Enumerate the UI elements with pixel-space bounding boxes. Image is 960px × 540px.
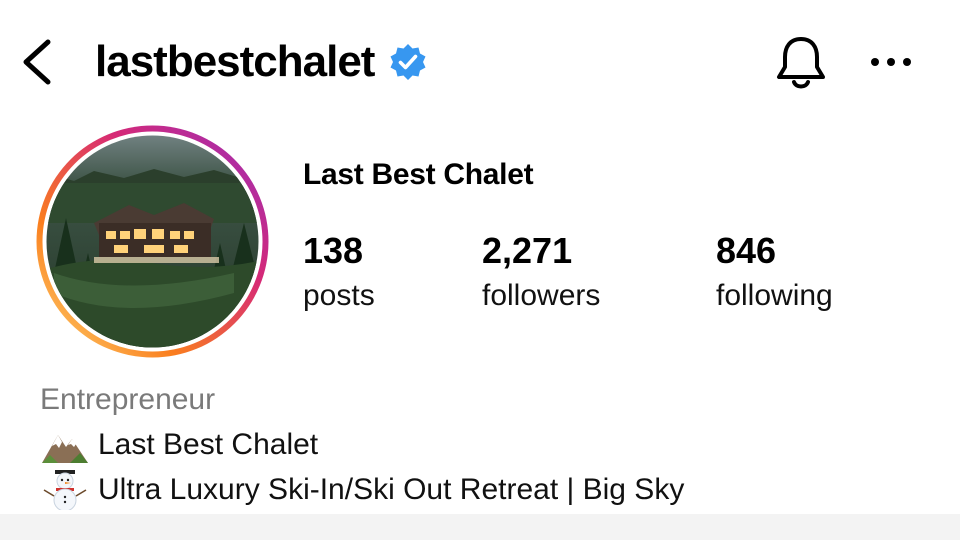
chalet-photo-avatar (36, 125, 269, 358)
followers-label: followers (482, 279, 601, 312)
following-label: following (716, 279, 833, 312)
bio-line: Last Best Chalet (40, 425, 318, 465)
profile-display-name: Last Best Chalet (303, 158, 534, 191)
back-button[interactable] (14, 34, 62, 90)
notifications-button[interactable] (770, 33, 832, 93)
stat-posts[interactable]: 138 posts (303, 228, 375, 318)
bio-line: Ultra Luxury Ski-In/Ski Out Retreat | Bi… (40, 470, 684, 510)
posts-count: 138 (303, 230, 364, 271)
posts-label: posts (303, 279, 375, 312)
following-count: 846 (716, 230, 777, 271)
stat-followers[interactable]: 2,271 followers (482, 228, 600, 318)
snowman-emoji (43, 470, 87, 510)
stat-following[interactable]: 846 following (716, 228, 833, 318)
bio-line-text: Ultra Luxury Ski-In/Ski Out Retreat | Bi… (98, 473, 685, 506)
more-options-button[interactable] (866, 42, 916, 82)
chevron-left-icon (23, 39, 51, 85)
verified-badge-icon (390, 44, 426, 80)
profile-avatar[interactable] (34, 123, 271, 360)
content-cutoff (0, 514, 960, 540)
bio-line-text: Last Best Chalet (98, 428, 319, 461)
more-horizontal-icon (871, 58, 911, 66)
username: lastbestchalet (95, 37, 375, 86)
username-row: lastbestchalet (95, 32, 428, 92)
profile-category: Entrepreneur (40, 383, 216, 416)
profile-header: lastbestchalet (0, 0, 960, 120)
followers-count: 2,271 (482, 230, 573, 271)
bell-icon (777, 37, 825, 89)
mountain-emoji (42, 435, 88, 463)
